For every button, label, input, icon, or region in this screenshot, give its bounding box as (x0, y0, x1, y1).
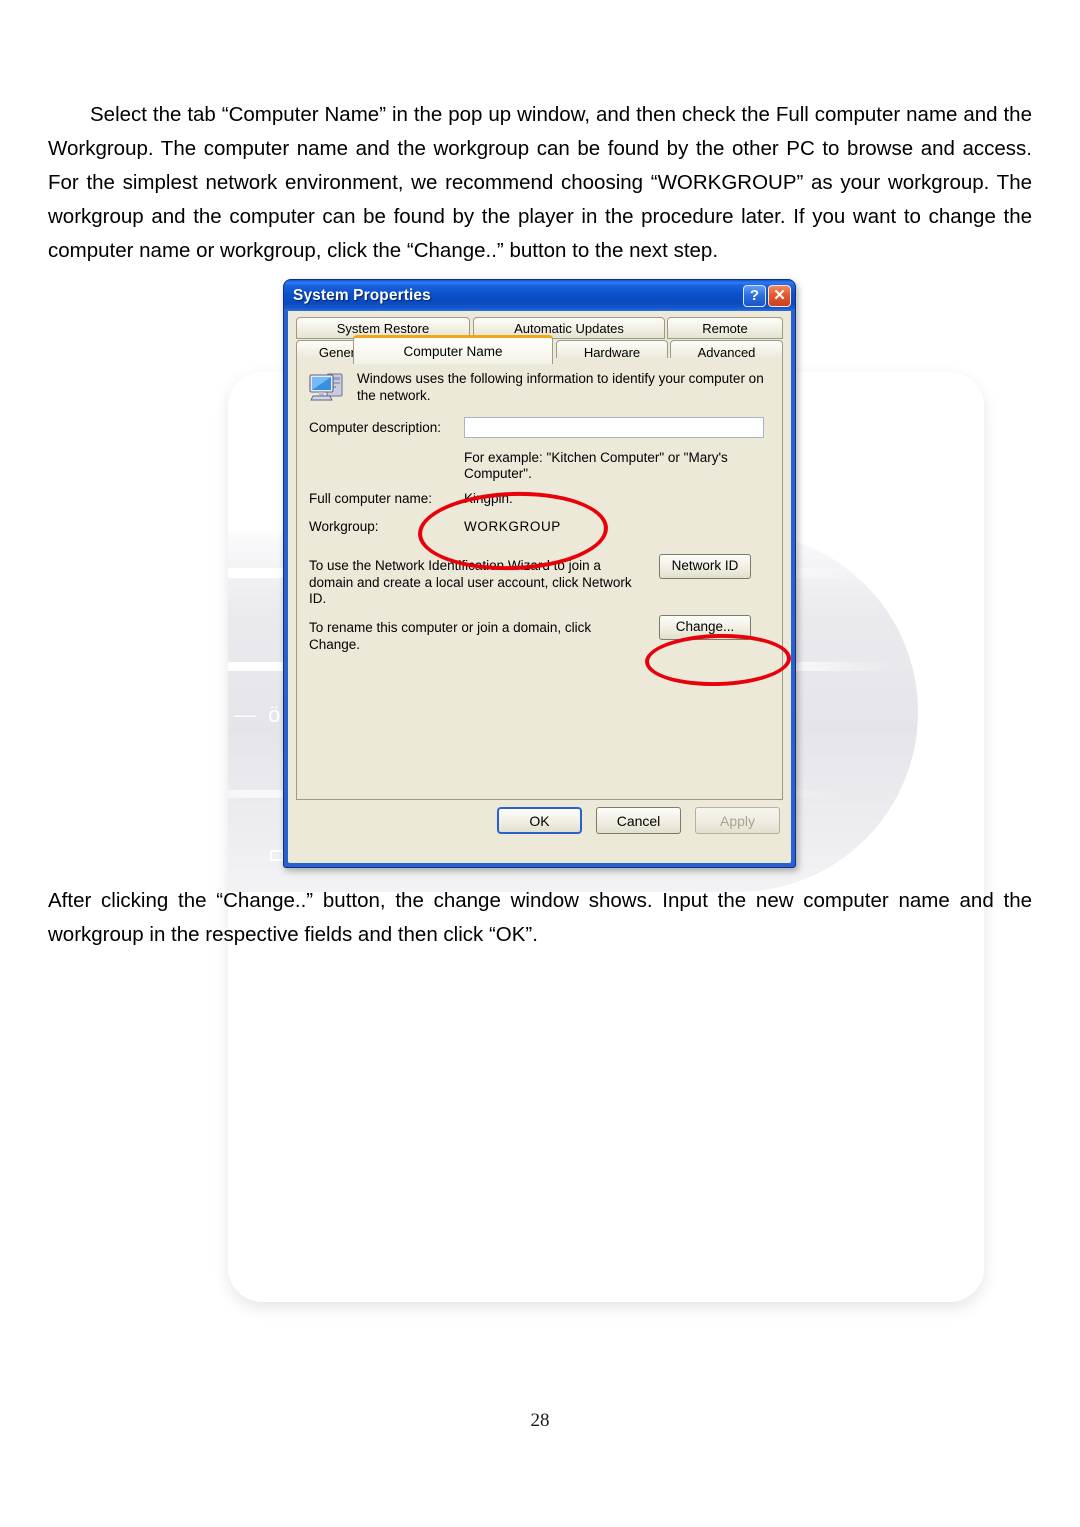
tab-computer-name[interactable]: Computer Name (353, 335, 553, 364)
full-computer-name-row: Full computer name: Kingpin. (309, 491, 771, 509)
network-id-block: To use the Network Identification Wizard… (309, 554, 771, 608)
workgroup-label: Workgroup: (309, 519, 379, 534)
computer-name-tab-page: Windows uses the following information t… (296, 358, 783, 800)
computer-description-example-hint: For example: "Kitchen Computer" or "Mary… (464, 450, 728, 481)
apply-button[interactable]: Apply (695, 807, 780, 834)
change-description: To rename this computer or join a domain… (309, 620, 592, 652)
close-icon[interactable]: ✕ (768, 284, 791, 307)
workgroup-row: Workgroup: WORKGROUP (309, 519, 771, 537)
computer-icon (307, 368, 351, 408)
dialog-body: System Restore Automatic Updates Remote … (288, 311, 791, 863)
dialog-title: System Properties (293, 286, 431, 304)
intro-text: Windows uses the following information t… (357, 371, 764, 403)
workgroup-value: WORKGROUP (464, 519, 561, 534)
network-id-button[interactable]: Network ID (659, 554, 751, 579)
full-computer-name-value: Kingpin. (464, 491, 513, 506)
help-icon[interactable]: ? (743, 284, 766, 307)
computer-description-label: Computer description: (309, 420, 442, 435)
cancel-button[interactable]: Cancel (596, 807, 681, 834)
computer-description-row: Computer description: (309, 417, 771, 442)
device-port-icon (270, 850, 284, 861)
change-button[interactable]: Change... (659, 615, 751, 640)
instruction-paragraph-bottom: After clicking the “Change..” button, th… (48, 889, 1032, 946)
ok-button[interactable]: OK (497, 807, 582, 834)
dialog-footer-buttons: OK Cancel Apply (288, 807, 793, 839)
tab-remote[interactable]: Remote (667, 317, 783, 339)
network-id-description: To use the Network Identification Wizard… (309, 558, 632, 606)
instruction-paragraph-top: Select the tab “Computer Name” in the po… (48, 103, 1032, 262)
computer-description-input[interactable] (464, 417, 764, 438)
page-number: 28 (530, 1410, 550, 1431)
system-properties-dialog: System Properties ? ✕ System Restore Aut… (283, 279, 796, 868)
dialog-titlebar[interactable]: System Properties ? ✕ (284, 280, 795, 311)
change-block: To rename this computer or join a domain… (309, 615, 771, 653)
intro-row: Windows uses the following information t… (307, 368, 769, 408)
full-computer-name-label: Full computer name: (309, 491, 433, 506)
